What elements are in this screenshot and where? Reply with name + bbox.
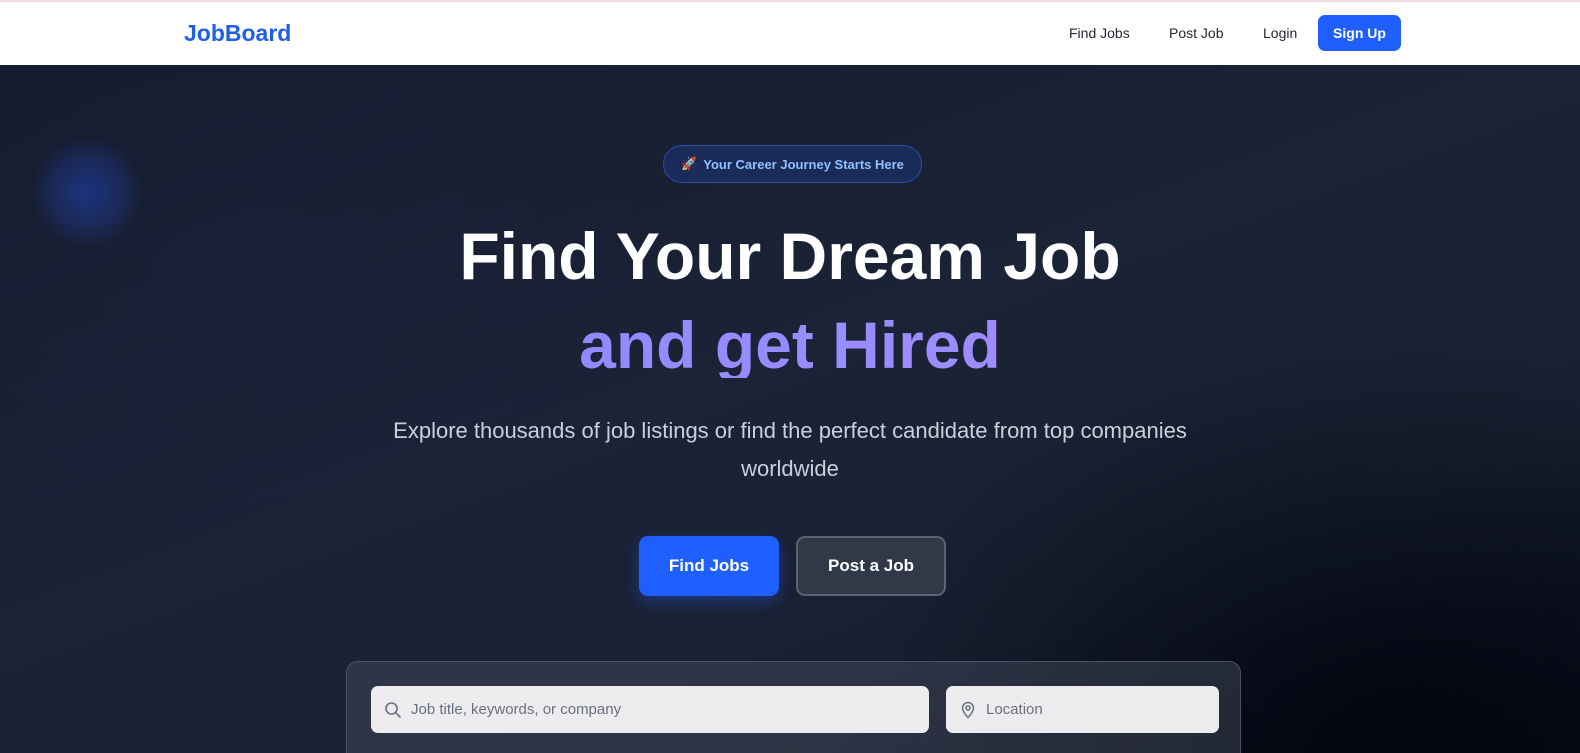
rocket-icon: 🚀 <box>681 156 698 171</box>
post-a-job-button[interactable]: Post a Job <box>796 536 946 596</box>
navbar: JobBoard Find Jobs Post Job Login Sign U… <box>0 2 1580 65</box>
career-badge: 🚀 Your Career Journey Starts Here <box>663 145 922 183</box>
nav-find-jobs-link[interactable]: Find Jobs <box>1069 25 1130 41</box>
hero-section: 🚀 Your Career Journey Starts Here Find Y… <box>0 65 1580 753</box>
hero-headline-line2: and get Hired <box>0 312 1580 378</box>
keyword-search-field[interactable] <box>371 686 929 733</box>
logo[interactable]: JobBoard <box>184 20 291 47</box>
search-panel <box>346 661 1241 753</box>
career-badge-text: Your Career Journey Starts Here <box>703 156 904 172</box>
signup-button[interactable]: Sign Up <box>1318 15 1401 51</box>
hero-subtext: Explore thousands of job listings or fin… <box>393 418 1187 481</box>
find-jobs-button[interactable]: Find Jobs <box>639 536 779 596</box>
nav-login-link[interactable]: Login <box>1263 25 1297 41</box>
nav-post-job-link[interactable]: Post Job <box>1169 25 1223 41</box>
hero-headline-line1: Find Your Dream Job <box>459 219 1121 293</box>
location-pin-icon <box>959 701 977 719</box>
location-input[interactable] <box>986 686 1219 733</box>
location-search-field[interactable] <box>946 686 1219 733</box>
keyword-search-input[interactable] <box>411 686 929 733</box>
search-icon <box>384 701 402 719</box>
